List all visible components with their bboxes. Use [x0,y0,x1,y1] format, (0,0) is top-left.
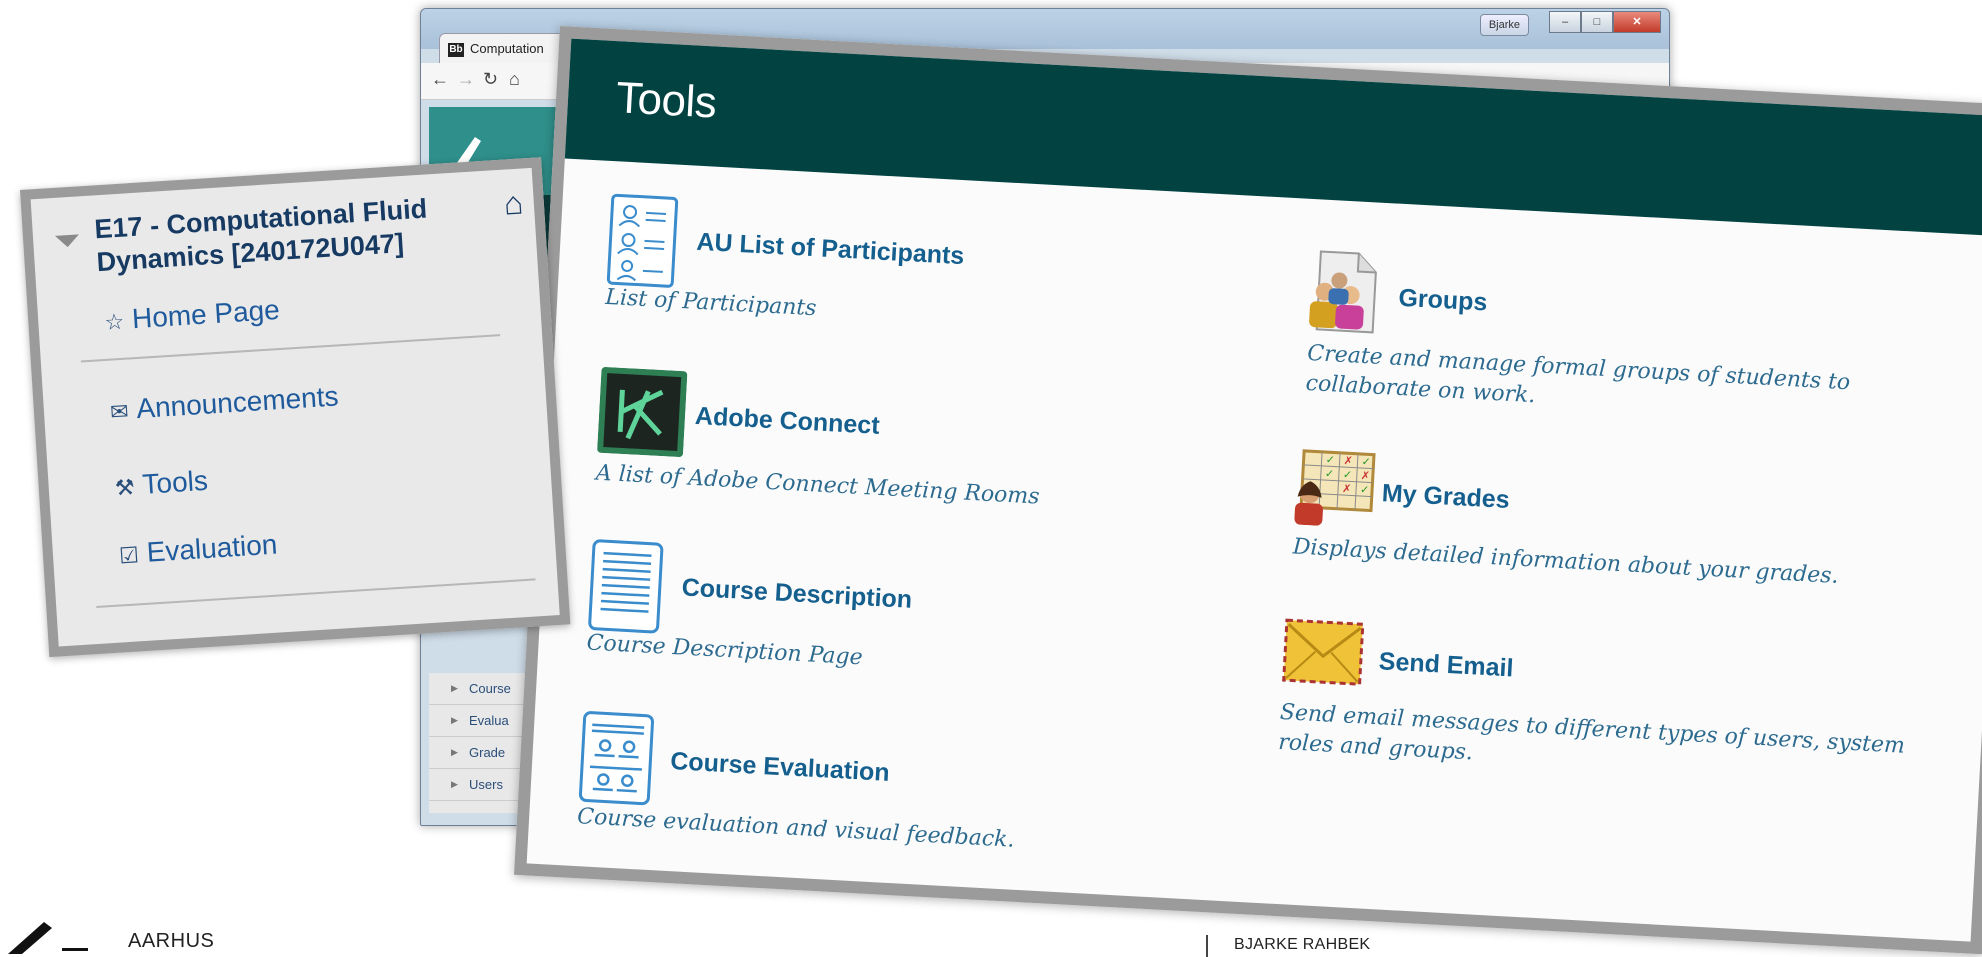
browser-tab[interactable]: Bb Computation [439,33,571,63]
envelope-icon: ✉ [109,398,130,425]
tool-title[interactable]: Course Description [681,573,913,614]
reload-icon[interactable]: ↻ [483,69,498,90]
menu-item-label: Home Page [131,293,281,335]
menu-divider [96,578,536,609]
home-icon[interactable]: ⌂ [503,184,525,222]
author-name: BJARKE RAHBEK [1234,936,1371,953]
tool-au-list-of-participants[interactable]: AU List of Participants List of Particip… [605,193,1171,343]
tool-send-email[interactable]: Send Email Send email messages to differ… [1276,618,1944,813]
blackboard-favicon-icon: Bb [448,42,464,57]
tool-adobe-connect[interactable]: Adobe Connect A list of Adobe Connect Me… [595,366,1161,517]
menu-divider [80,334,501,363]
tool-title[interactable]: Adobe Connect [694,402,880,441]
svg-text:✗: ✗ [1343,454,1353,467]
course-menu-panel: E17 - Computational Fluid Dynamics [2401… [20,157,571,658]
aarhus-university-logo [8,922,88,954]
tool-title[interactable]: My Grades [1381,479,1510,515]
document-icon [588,539,664,634]
window-controls: – □ ✕ [1549,11,1661,33]
home-icon[interactable]: ⌂ [509,69,520,90]
course-title[interactable]: E17 - Computational Fluid Dynamics [2401… [94,188,497,279]
tools-panel: Tools AU List of Participants List of Pa… [514,26,1982,955]
menu-item-tools[interactable]: ⚒ Tools [114,465,209,503]
university-name: AARHUS [128,930,215,952]
menu-item-home-page[interactable]: ☆ Home Page [103,293,281,337]
adobe-connect-icon [597,366,688,458]
tool-description: Displays detailed information about your… [1292,534,1840,589]
email-icon [1282,618,1365,686]
groups-icon [1309,250,1377,334]
svg-text:✓: ✓ [1343,468,1353,481]
tool-description: A list of Adobe Connect Meeting Rooms [595,460,1041,510]
menu-item-label: Evaluation [145,528,279,568]
tool-title[interactable]: Send Email [1378,647,1514,683]
svg-text:✗: ✗ [1361,469,1371,482]
tool-course-description[interactable]: Course Description Course Description Pa… [586,538,1152,688]
profile-chip[interactable]: Bjarke [1479,14,1529,36]
menu-item-label: Tools [141,464,209,500]
grades-icon: ✓ ✗ ✓ ✓ ✓ ✗ ✗ ✓ [1294,449,1376,526]
maximize-button[interactable]: □ [1581,11,1613,33]
menu-item-announcements[interactable]: ✉ Announcements [109,380,339,426]
tab-title: Computation [470,41,544,56]
menu-item-label: Announcements [135,380,340,425]
tool-title[interactable]: Groups [1398,284,1488,318]
tool-course-evaluation[interactable]: Course Evaluation Course evaluation and … [577,710,1143,860]
tool-title[interactable]: AU List of Participants [696,228,965,271]
close-button[interactable]: ✕ [1613,11,1661,33]
menu-item-evaluation[interactable]: ☑ Evaluation [118,529,278,571]
tool-title[interactable]: Course Evaluation [670,747,891,788]
svg-text:✓: ✓ [1360,483,1370,496]
svg-text:✓: ✓ [1325,453,1335,466]
participants-icon [606,193,679,288]
tool-description: Course evaluation and visual feedback. [576,804,1016,853]
svg-text:✓: ✓ [1325,467,1335,480]
collapse-caret-icon[interactable] [54,234,80,248]
star-icon: ☆ [103,308,125,335]
tool-description: List of Participants [604,284,818,322]
evaluation-icon [578,711,655,806]
tool-my-grades[interactable]: ✓ ✗ ✓ ✓ ✓ ✗ ✗ ✓ My Grades Displays detailed i… [1288,448,1914,601]
svg-text:✓: ✓ [1361,455,1371,468]
tool-groups[interactable]: Groups Create and manage formal groups o… [1297,249,1924,432]
minimize-button[interactable]: – [1549,11,1581,33]
svg-text:✗: ✗ [1342,482,1352,495]
back-icon[interactable]: ← [431,69,449,90]
forward-icon[interactable]: → [457,69,475,90]
tools-icon: ⚒ [114,474,136,501]
tool-description-line: roles and groups. [1277,729,1474,766]
tool-description: Course Description Page [586,630,864,671]
checkbox-icon: ☑ [118,542,140,569]
tools-title: Tools [614,73,718,128]
footer-separator [1206,935,1208,957]
